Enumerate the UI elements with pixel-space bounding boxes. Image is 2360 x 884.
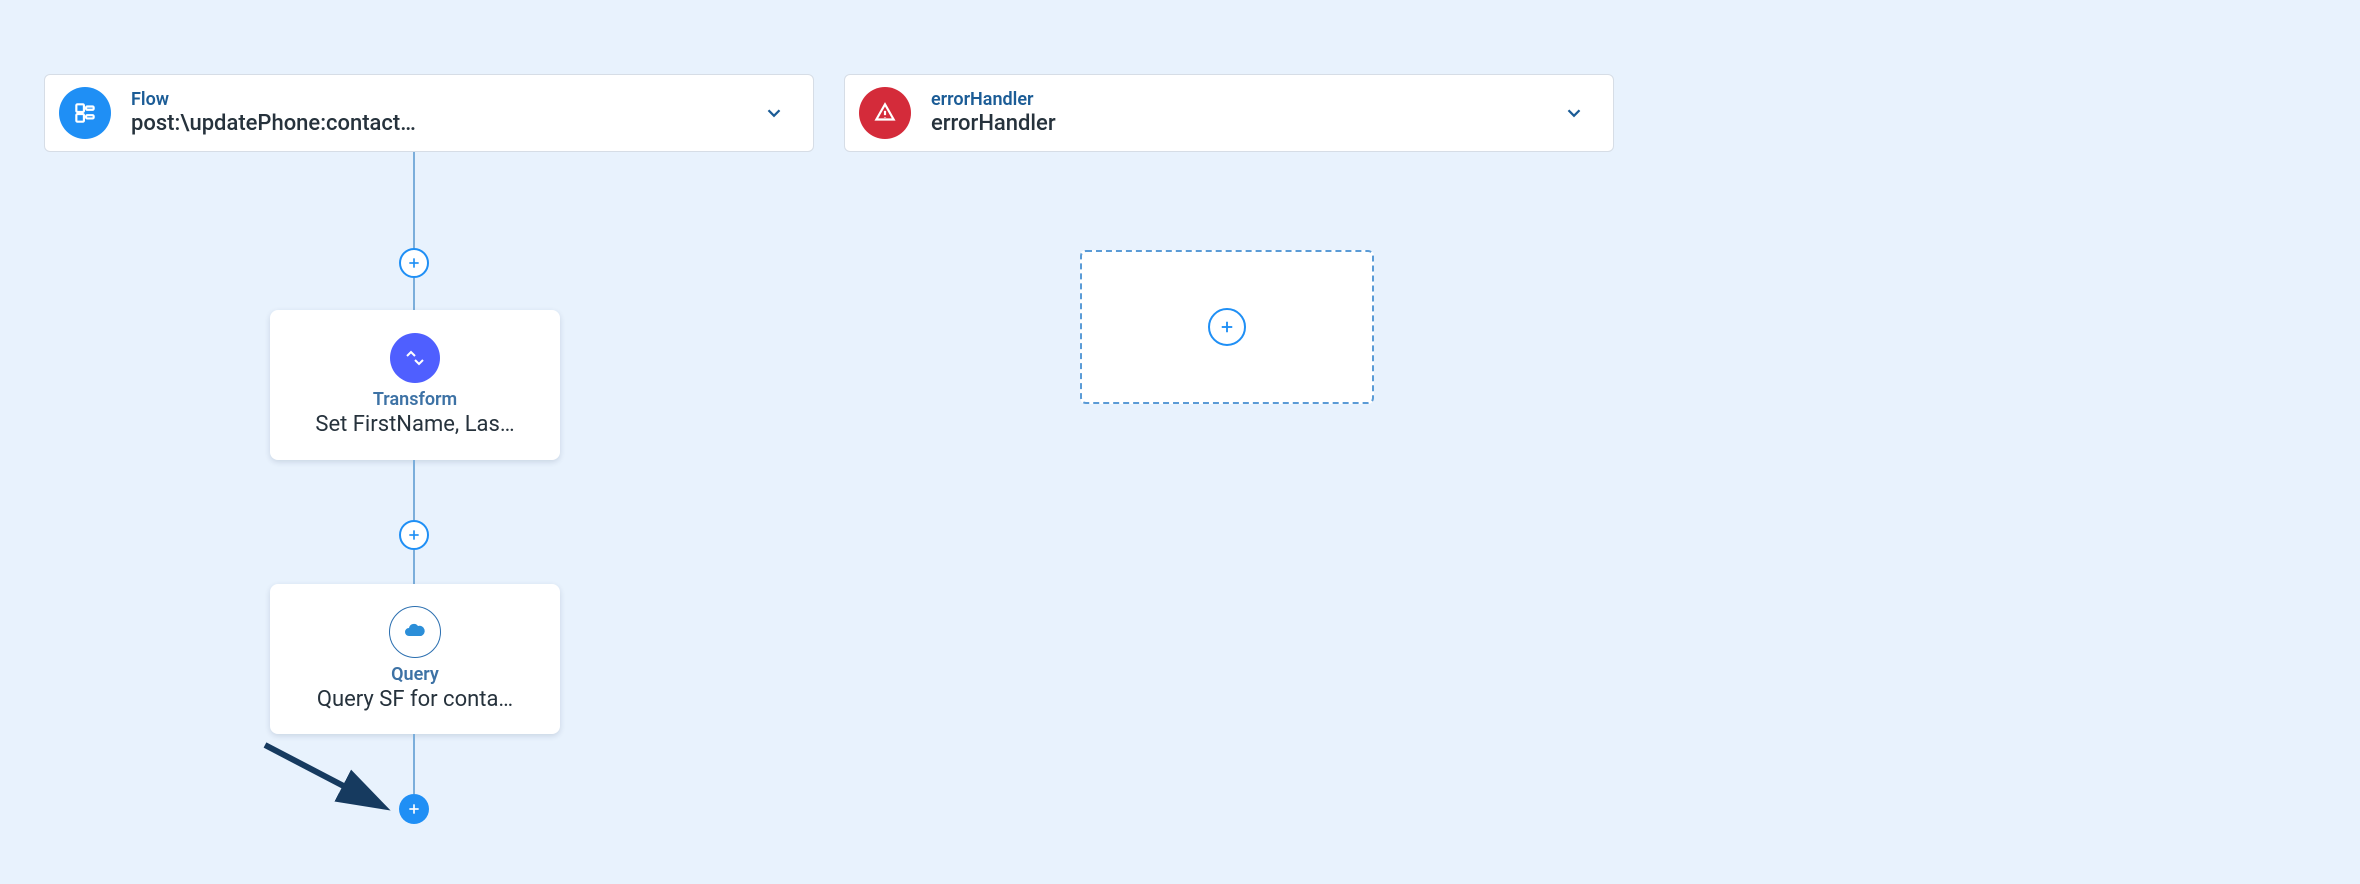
error-header-text: errorHandler errorHandler: [931, 89, 1563, 137]
query-node-label: Query SF for conta…: [317, 687, 513, 712]
error-header-value: errorHandler: [931, 111, 1563, 137]
flow-header-value: post:\updatePhone:contact…: [131, 111, 763, 137]
annotation-arrow-icon: [260, 740, 420, 850]
query-node-type: Query: [391, 664, 439, 685]
error-header-box[interactable]: errorHandler errorHandler: [844, 74, 1614, 152]
add-node-end-button[interactable]: [399, 794, 429, 824]
transform-node[interactable]: Transform Set FirstName, Las…: [270, 310, 560, 460]
query-node[interactable]: Query Query SF for conta…: [270, 584, 560, 734]
error-header-label: errorHandler: [931, 89, 1563, 111]
flow-header-label: Flow: [131, 89, 763, 111]
chevron-down-icon[interactable]: [1563, 102, 1585, 124]
cloud-icon: [389, 606, 441, 658]
flow-canvas: Flow post:\updatePhone:contact… errorHan…: [0, 0, 2360, 884]
flow-header-box[interactable]: Flow post:\updatePhone:contact…: [44, 74, 814, 152]
add-node-button[interactable]: [399, 248, 429, 278]
transform-icon: [390, 333, 440, 383]
connector-line: [413, 734, 415, 794]
flow-header-text: Flow post:\updatePhone:contact…: [131, 89, 763, 137]
add-node-button[interactable]: [399, 520, 429, 550]
error-dropzone[interactable]: [1080, 250, 1374, 404]
connector-line: [413, 460, 415, 520]
warning-icon: [859, 87, 911, 139]
flow-icon: [59, 87, 111, 139]
connector-line: [413, 152, 415, 252]
transform-node-type: Transform: [373, 389, 457, 410]
transform-node-label: Set FirstName, Las…: [315, 412, 514, 437]
plus-icon: [1208, 308, 1246, 346]
chevron-down-icon[interactable]: [763, 102, 785, 124]
